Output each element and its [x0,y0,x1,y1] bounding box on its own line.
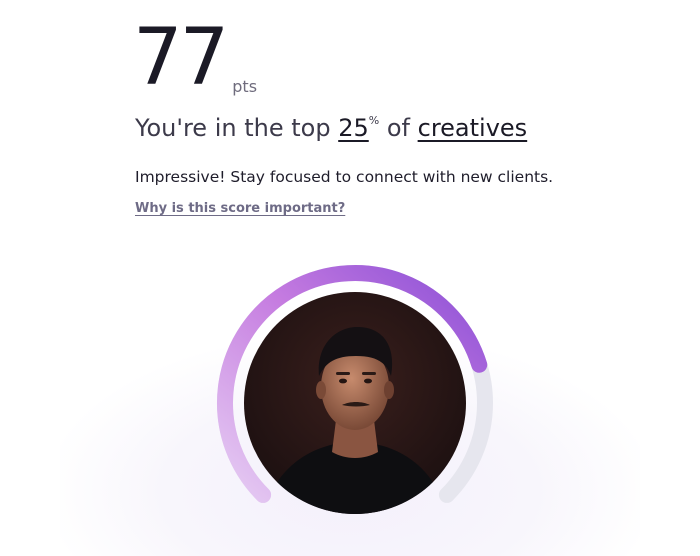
score-unit: pts [232,77,258,96]
encouragement-message: Impressive! Stay focused to connect with… [135,168,554,186]
rank-category[interactable]: creatives [418,114,528,142]
profile-photo-icon [244,292,466,514]
score: 77 pts [133,18,257,98]
score-value: 77 [133,13,229,103]
score-page: 77 pts You're in the top 25% of creative… [0,0,700,556]
avatar [244,292,466,514]
rank-joiner: of [386,114,410,142]
score-gauge [210,258,500,548]
why-score-important-link[interactable]: Why is this score important? [135,201,345,216]
rank-prefix: You're in the top [135,114,331,142]
rank-percent-sign: % [368,114,380,127]
rank-heading: You're in the top 25% of creatives [135,114,527,142]
rank-percent: 25 [338,114,369,142]
